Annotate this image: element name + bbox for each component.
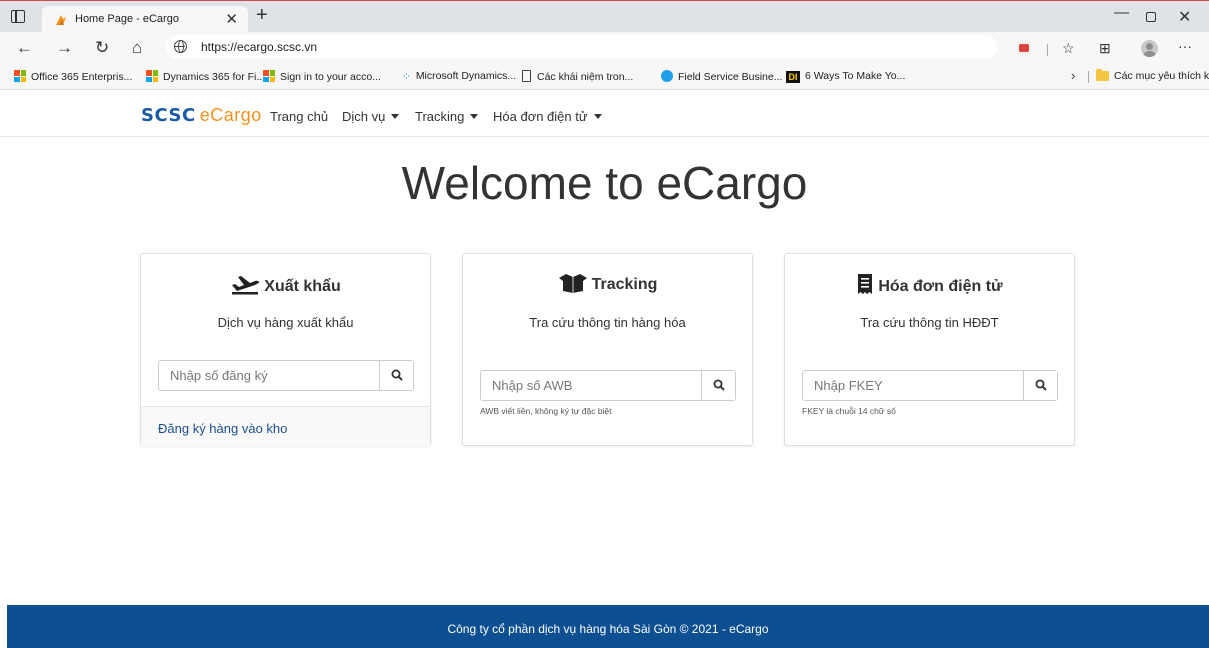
plane-departure-icon: [232, 276, 260, 295]
tab-title: Home Page - eCargo: [75, 13, 179, 25]
bookmarks-bar: Office 365 Enterpris... Dynamics 365 for…: [0, 64, 1209, 90]
register-warehouse-link[interactable]: Đăng ký hàng vào kho: [158, 421, 287, 436]
bookmark-microsoft-dynamics[interactable]: ⁘ Microsoft Dynamics...: [402, 70, 516, 83]
tracking-card: Tracking Tra cứu thông tin hàng hóa AWB …: [462, 253, 753, 446]
extension-icon[interactable]: [1019, 44, 1029, 52]
tab-actions-icon[interactable]: [11, 10, 25, 23]
einvoice-search-button[interactable]: [1023, 371, 1057, 400]
bookmark-cac-khai-niem[interactable]: Các khái niệm tron...: [522, 70, 633, 83]
export-card: Xuất khẩu Dịch vụ hàng xuất khẩu Đăng ký…: [140, 253, 431, 446]
caret-down-icon: [391, 114, 400, 119]
export-search-button[interactable]: [379, 361, 413, 390]
field-service-icon: [661, 70, 673, 82]
box-open-icon: [558, 274, 587, 293]
window-maximize-icon[interactable]: [1146, 12, 1156, 22]
search-icon: [713, 379, 725, 391]
search-icon: [1035, 379, 1047, 391]
registration-number-input[interactable]: [159, 361, 381, 390]
bookmark-field-service[interactable]: Field Service Busine...: [661, 70, 782, 83]
window-close-icon[interactable]: ✕: [1178, 7, 1191, 27]
tracking-search-button[interactable]: [701, 371, 735, 400]
dynamics-icon: ⁘: [402, 71, 411, 83]
bookmarks-overflow-chevron-icon[interactable]: ›: [1071, 68, 1075, 83]
einvoice-card: Hóa đơn điện tử Tra cứu thông tin HĐĐT F…: [784, 253, 1075, 446]
brand-ecargo: eCargo: [199, 105, 262, 125]
fkey-input[interactable]: [803, 371, 1025, 400]
receipt-icon: [858, 274, 873, 294]
brand-scsc: SCSC: [141, 105, 196, 126]
bookmark-6-ways[interactable]: DI 6 Ways To Make Yo...: [786, 70, 905, 83]
awb-number-input[interactable]: [481, 371, 703, 400]
globe-icon: [174, 40, 187, 53]
di-icon: DI: [786, 71, 800, 83]
awb-help-text: AWB viết liền, không ký tự đặc biệt: [480, 406, 612, 416]
fkey-help-text: FKEY là chuỗi 14 chữ số: [802, 406, 896, 416]
back-icon[interactable]: ←: [16, 38, 33, 58]
caret-down-icon: [593, 114, 602, 119]
favorites-icon[interactable]: ☆: [1062, 40, 1075, 57]
bookmark-dynamics365[interactable]: Dynamics 365 for Fi...: [146, 70, 265, 83]
browser-toolbar: ← → ↻ ⌂ https://ecargo.scsc.vn ☆ ⊞ ···: [0, 32, 1209, 64]
site-navbar: SCSC eCargo Trang chủ Dịch vụ Tracking Hó…: [0, 91, 1209, 137]
einvoice-search-group: [802, 370, 1058, 401]
tracking-card-title: Tracking: [463, 273, 752, 294]
caret-down-icon: [470, 114, 479, 119]
collections-icon[interactable]: ⊞: [1099, 40, 1111, 57]
einvoice-card-title: Hóa đơn điện tử: [785, 273, 1074, 296]
einvoice-card-subtitle: Tra cứu thông tin HĐĐT: [860, 315, 999, 330]
profile-avatar-icon[interactable]: [1141, 40, 1158, 57]
page-title: Welcome to eCargo: [401, 157, 808, 209]
tracking-card-subtitle: Tra cứu thông tin hàng hóa: [529, 315, 686, 330]
export-search-group: [158, 360, 414, 391]
page-icon: [522, 70, 531, 82]
microsoft-logo-icon: [263, 70, 275, 82]
bookmarks-divider: [1088, 71, 1089, 83]
export-card-title: Xuất khẩu: [141, 273, 430, 296]
browser-tabstrip: Home Page - eCargo ✕ + — ✕: [0, 0, 1209, 33]
forward-icon[interactable]: →: [56, 38, 73, 58]
bookmark-office365[interactable]: Office 365 Enterpris...: [14, 70, 132, 83]
site-brand-logo[interactable]: SCSC eCargo: [141, 105, 262, 126]
nav-home-link[interactable]: Trang chủ: [270, 109, 328, 124]
toolbar-divider: [1047, 44, 1048, 56]
export-card-footer: Đăng ký hàng vào kho: [141, 406, 430, 446]
export-card-subtitle: Dịch vụ hàng xuất khẩu: [217, 315, 354, 330]
bookmark-sign-in[interactable]: Sign in to your acco...: [263, 70, 381, 83]
microsoft-logo-icon: [14, 70, 26, 82]
ecargo-favicon-icon: [56, 15, 66, 25]
nav-einvoice-dropdown[interactable]: Hóa đơn điện tử: [493, 109, 602, 124]
microsoft-logo-icon: [146, 70, 158, 82]
address-bar[interactable]: https://ecargo.scsc.vn: [166, 35, 997, 59]
nav-tracking-dropdown[interactable]: Tracking: [415, 109, 479, 124]
folder-icon: [1096, 69, 1109, 81]
tab-close-icon[interactable]: ✕: [225, 10, 238, 28]
site-footer: Công ty cổ phần dịch vụ hàng hóa Sài Gòn…: [7, 605, 1209, 648]
window-minimize-icon[interactable]: —: [1114, 4, 1129, 21]
home-icon[interactable]: ⌂: [132, 38, 142, 58]
search-icon: [391, 369, 403, 381]
browser-tab-home-page[interactable]: Home Page - eCargo ✕: [42, 6, 248, 33]
tracking-search-group: [480, 370, 736, 401]
more-menu-icon[interactable]: ···: [1178, 38, 1192, 54]
nav-services-dropdown[interactable]: Dịch vụ: [342, 109, 400, 124]
refresh-icon[interactable]: ↻: [95, 38, 109, 58]
other-favorites-folder[interactable]: Các mục yêu thích khác: [1096, 69, 1209, 82]
url-text[interactable]: https://ecargo.scsc.vn: [201, 40, 317, 54]
new-tab-button[interactable]: +: [256, 4, 268, 27]
